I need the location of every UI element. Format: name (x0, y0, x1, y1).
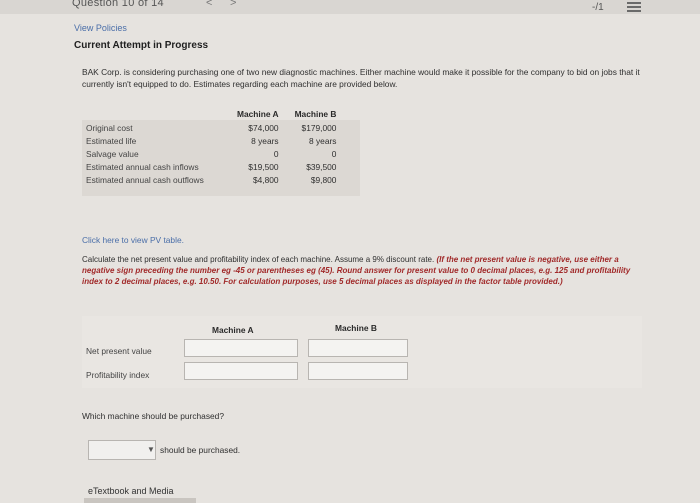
table-row: Estimated life 8 years 8 years (82, 134, 344, 147)
row-label: Original cost (86, 122, 133, 133)
npv-label: Net present value (86, 346, 152, 356)
row-label: Estimated life (86, 135, 137, 146)
instructions-text: Calculate the net present value and prof… (82, 255, 437, 264)
answer-header-machine-a: Machine A (212, 325, 254, 335)
etextbook-link[interactable]: eTextbook and Media (88, 486, 174, 496)
table-header-machine-b: Machine B (294, 109, 337, 119)
npv-machine-b-input[interactable] (308, 339, 408, 357)
machine-b-value: $179,000 (301, 122, 337, 133)
machine-a-value: $4,800 (252, 174, 279, 185)
pi-label: Profitability index (86, 370, 150, 380)
table-row: Estimated annual cash inflows $19,500 $3… (82, 160, 344, 173)
machine-b-value: $39,500 (306, 161, 337, 172)
problem-intro: BAK Corp. is considering purchasing one … (82, 67, 640, 89)
table-row: Salvage value 0 0 (82, 147, 344, 160)
row-label: Salvage value (86, 148, 139, 159)
machine-select-dropdown[interactable] (88, 440, 156, 460)
next-question-button[interactable]: > (230, 0, 236, 9)
question-list-icon[interactable] (627, 2, 641, 13)
chevron-down-icon[interactable]: ▼ (147, 445, 155, 454)
purchase-question: Which machine should be purchased? (82, 411, 224, 421)
table-row: Original cost $74,000 $179,000 (82, 121, 344, 134)
machine-a-value: $74,000 (248, 122, 279, 133)
machine-data-table: Machine A Machine B Original cost $74,00… (82, 107, 344, 186)
view-policies-link[interactable]: View Policies (74, 23, 127, 33)
score-display: -/1 (592, 2, 604, 13)
purchase-suffix: should be purchased. (160, 445, 241, 455)
table-header-empty (82, 107, 229, 121)
table-header-machine-a: Machine A (237, 109, 279, 119)
answer-header-machine-b: Machine B (335, 323, 377, 333)
machine-b-value: $9,800 (310, 174, 337, 185)
pv-table-link[interactable]: Click here to view PV table. (82, 235, 184, 245)
npv-machine-a-input[interactable] (184, 339, 298, 357)
etextbook-tab-bar (84, 498, 196, 503)
instructions: Calculate the net present value and prof… (82, 254, 642, 287)
machine-b-value: 8 years (309, 135, 337, 146)
machine-a-value: $19,500 (248, 161, 279, 172)
top-bar: Question 10 of 14 < > -/1 (0, 0, 700, 14)
pi-machine-b-input[interactable] (308, 362, 408, 380)
previous-question-button[interactable]: < (206, 0, 212, 9)
attempt-status: Current Attempt in Progress (74, 40, 209, 51)
question-counter: Question 10 of 14 (72, 0, 164, 9)
table-row: Estimated annual cash outflows $4,800 $9… (82, 173, 344, 186)
machine-b-value: 0 (331, 148, 337, 159)
row-label: Estimated annual cash inflows (86, 161, 199, 172)
machine-a-value: 0 (273, 148, 279, 159)
row-label: Estimated annual cash outflows (86, 174, 204, 185)
pi-machine-a-input[interactable] (184, 362, 298, 380)
machine-a-value: 8 years (251, 135, 279, 146)
